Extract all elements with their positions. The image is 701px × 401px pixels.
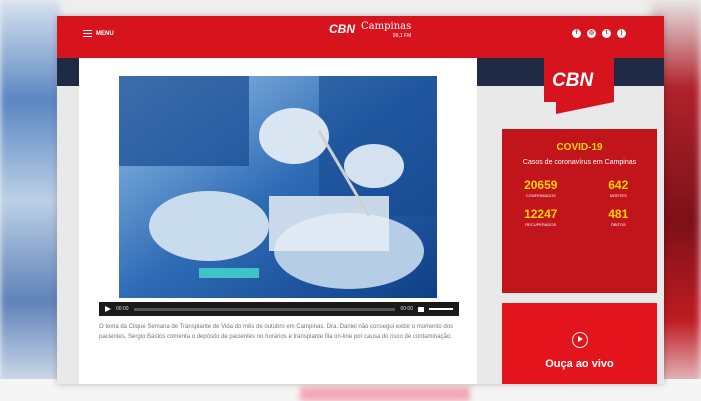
browser-frame: MENU CBN Campinas 99,1 FM f ◎ t ) 00:00 … — [57, 16, 664, 384]
instagram-icon[interactable]: ◎ — [587, 29, 596, 38]
brand-frequency: 99,1 FM — [392, 33, 412, 39]
covid-stats: 20659 CONFIRMADOS 642 MORTES 12247 RECUP… — [502, 179, 657, 227]
stat-label: CONFIRMADOS — [525, 193, 556, 198]
current-time: 00:00 — [116, 306, 129, 312]
progress-track[interactable] — [133, 307, 396, 311]
brand-city: Campinas — [361, 21, 412, 32]
stat-confirmed: 20659 CONFIRMADOS — [502, 179, 580, 198]
covid-widget: COVID-19 Casos de coronavírus em Campina… — [502, 129, 657, 293]
stat-recovered: 12247 RECUPERADOS — [502, 208, 580, 227]
video-thumbnail[interactable] — [119, 76, 437, 298]
stat-value: 481 — [608, 207, 629, 221]
article-caption: O tema da Clique Semana de Transplante d… — [99, 324, 454, 340]
stat-value: 12247 — [524, 207, 558, 221]
stat-label: ÓBITOS — [610, 222, 626, 227]
stat-value: 20659 — [524, 178, 558, 192]
listen-live-button[interactable]: Ouça ao vivo — [502, 303, 657, 384]
menu-label: MENU — [96, 30, 114, 37]
stat-label: RECUPERADOS — [525, 222, 557, 227]
hamburger-icon — [83, 30, 92, 37]
surgery-photo — [119, 76, 437, 298]
stat-label: MORTES — [609, 193, 627, 198]
facebook-icon[interactable]: f — [572, 29, 581, 38]
stat-deaths: 642 MORTES — [580, 179, 658, 198]
social-links: f ◎ t ) — [572, 29, 626, 38]
play-circle-icon — [571, 332, 588, 348]
rss-icon[interactable]: ) — [617, 29, 626, 38]
listen-live-label: Ouça ao vivo — [545, 358, 614, 370]
menu-button[interactable]: MENU — [83, 30, 114, 37]
volume-icon[interactable] — [418, 306, 424, 312]
volume-slider[interactable] — [429, 308, 453, 310]
covid-subtitle: Casos de coronavírus em Campinas — [522, 159, 637, 166]
covid-title: COVID-19 — [556, 142, 603, 153]
stat-value: 642 — [608, 178, 629, 192]
audio-player: 00:00 00:00 — [99, 302, 459, 316]
play-icon[interactable] — [105, 306, 111, 312]
background-pink-bar — [300, 387, 470, 401]
stat-obitos: 481 ÓBITOS — [580, 208, 658, 227]
duration-time: 00:00 — [400, 306, 413, 312]
cbn-side-logo: CBN — [544, 58, 614, 114]
twitter-icon[interactable]: t — [602, 29, 611, 38]
side-logo-text: CBN — [552, 70, 594, 91]
brand-name: CBN — [329, 22, 355, 36]
site-logo[interactable]: CBN Campinas 99,1 FM — [329, 21, 412, 40]
top-navigation-bar: MENU CBN Campinas 99,1 FM f ◎ t ) — [57, 16, 664, 58]
background-blur-left — [0, 0, 60, 401]
